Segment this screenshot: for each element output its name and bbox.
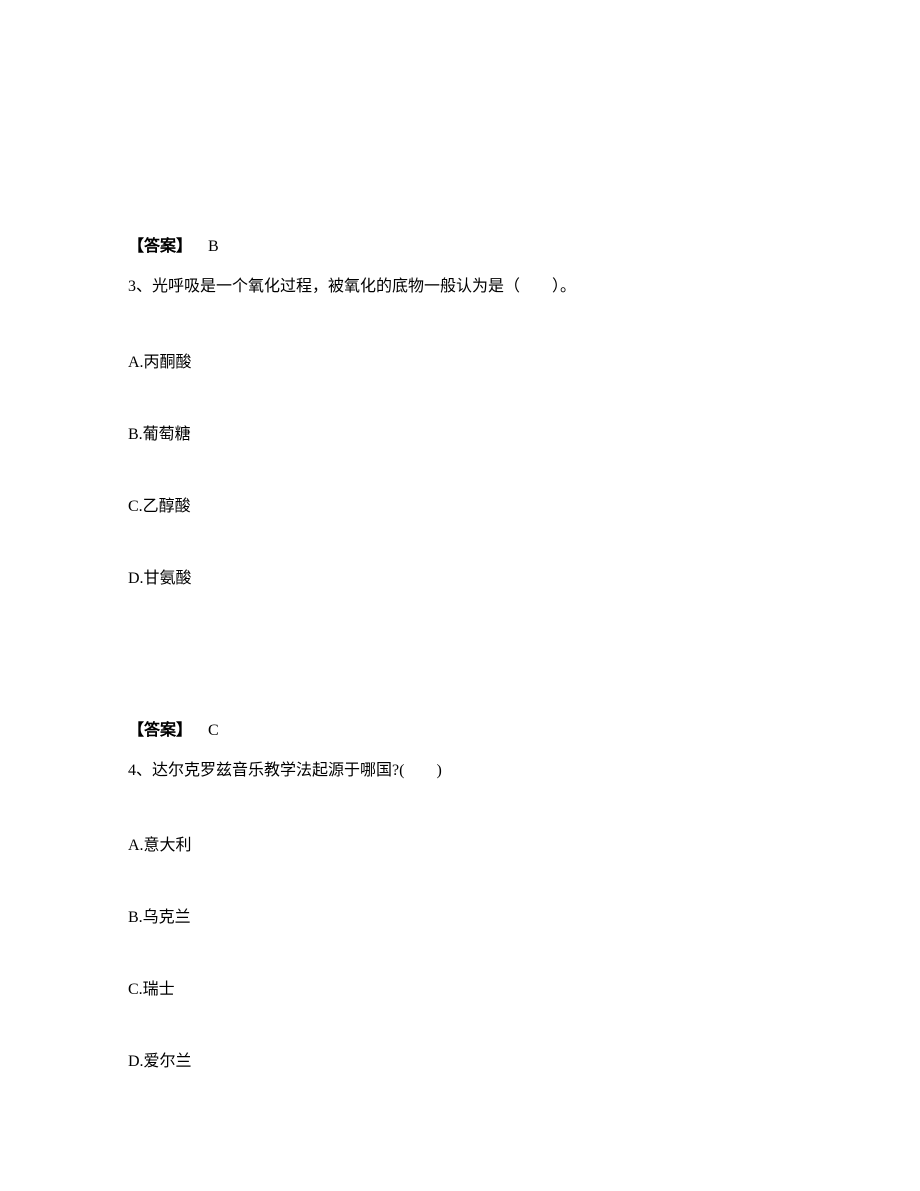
q4-option-a: A.意大利 [128, 831, 792, 855]
q3-answer-label: 【答案】 [128, 722, 192, 739]
q2-answer-label: 【答案】 [128, 238, 192, 255]
q3-answer: 【答案】 C [128, 716, 792, 740]
q4-number: 4、 [128, 762, 152, 779]
q4-question: 4、达尔克罗兹音乐教学法起源于哪国?( ) [128, 758, 792, 784]
q3-option-a: A.丙酮酸 [128, 348, 792, 372]
q3-option-c: C.乙醇酸 [128, 492, 792, 516]
q3-text: 光呼吸是一个氧化过程，被氧化的底物一般认为是（ ）。 [152, 278, 576, 295]
q4-option-c: C.瑞士 [128, 975, 792, 999]
spacer [128, 588, 792, 716]
q3-option-d: D.甘氨酸 [128, 564, 792, 588]
q3-number: 3、 [128, 278, 152, 295]
q3-question: 3、光呼吸是一个氧化过程，被氧化的底物一般认为是（ ）。 [128, 274, 792, 300]
q2-answer-value: B [208, 238, 219, 255]
q4-text: 达尔克罗兹音乐教学法起源于哪国?( ) [152, 762, 442, 779]
q3-option-b: B.葡萄糖 [128, 420, 792, 444]
q3-answer-value: C [208, 722, 219, 739]
q4-option-b: B.乌克兰 [128, 903, 792, 927]
q4-option-d: D.爱尔兰 [128, 1047, 792, 1071]
q2-answer: 【答案】 B [128, 232, 792, 256]
document-content: 【答案】 B 3、光呼吸是一个氧化过程，被氧化的底物一般认为是（ ）。 A.丙酮… [0, 0, 920, 1071]
